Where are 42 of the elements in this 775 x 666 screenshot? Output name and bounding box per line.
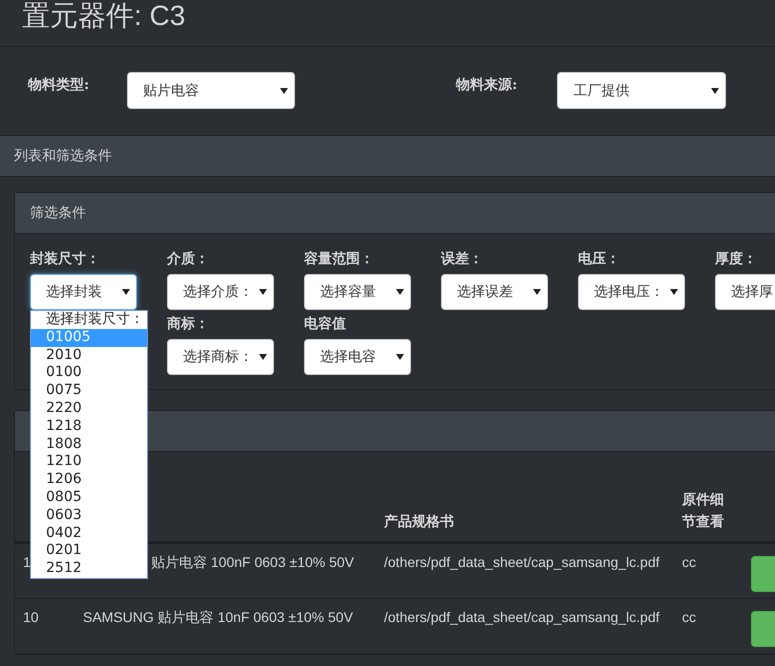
table-cell: 贴片电容 100nF 0603 ±10% 50V: [151, 554, 354, 570]
select-field[interactable]: 选择商标：: [167, 339, 274, 375]
filter-label: 封装尺寸：: [30, 250, 101, 268]
select-field[interactable]: 选择封装: [30, 274, 137, 310]
caret-icon: [280, 88, 288, 94]
table-cell: 1: [23, 554, 31, 570]
caret-icon: [533, 289, 541, 295]
table-cell: /others/pdf_data_sheet/cap_samsang_lc.pdf: [384, 609, 660, 625]
filter-label: 电压：: [578, 250, 621, 268]
caret-icon: [259, 289, 267, 295]
caret-icon: [396, 289, 404, 295]
select-field[interactable]: 贴片电容: [127, 72, 296, 109]
filter-label: 容量范围：: [304, 250, 375, 268]
table-cell: SAMSUNG 贴片电容 10nF 0603 ±10% 50V: [83, 609, 353, 625]
filter-label: 介质：: [167, 250, 210, 268]
select-field[interactable]: 选择电容: [304, 339, 411, 375]
select-field[interactable]: 选择介质：: [167, 274, 274, 310]
page-title: 置元器件: C3: [22, 0, 186, 32]
field-label: 物料类型:: [28, 76, 90, 95]
table-cell: cc: [682, 609, 696, 625]
select-field[interactable]: 选择厚: [715, 274, 775, 310]
filter-label: 误差：: [441, 250, 484, 268]
caret-icon: [259, 354, 267, 360]
column-header: 产品规格书: [384, 513, 454, 532]
panel-title: 筛选条件: [30, 204, 86, 222]
column-header: 原件细节查看: [682, 491, 725, 532]
caret-icon: [396, 354, 404, 360]
table-cell: /others/pdf_data_sheet/cap_samsang_lc.pdf: [384, 554, 660, 570]
select-field[interactable]: 选择误差: [441, 274, 548, 310]
caret-icon: [711, 88, 720, 94]
filter-label: 电容值: [304, 315, 347, 333]
panel-title: 列表和筛选条件: [14, 147, 112, 165]
select-field[interactable]: 选择电压：: [578, 274, 685, 310]
table-cell: 10: [23, 609, 39, 625]
select-field[interactable]: 选择容量: [304, 274, 411, 310]
caret-icon: [670, 289, 678, 295]
filter-label: 厚度：: [715, 250, 758, 268]
caret-icon: [122, 289, 130, 295]
field-label: 物料来源:: [456, 76, 518, 95]
table-cell: cc: [682, 554, 696, 570]
filter-label: 商标：: [167, 315, 210, 333]
select-field[interactable]: 工厂提供: [557, 72, 726, 109]
